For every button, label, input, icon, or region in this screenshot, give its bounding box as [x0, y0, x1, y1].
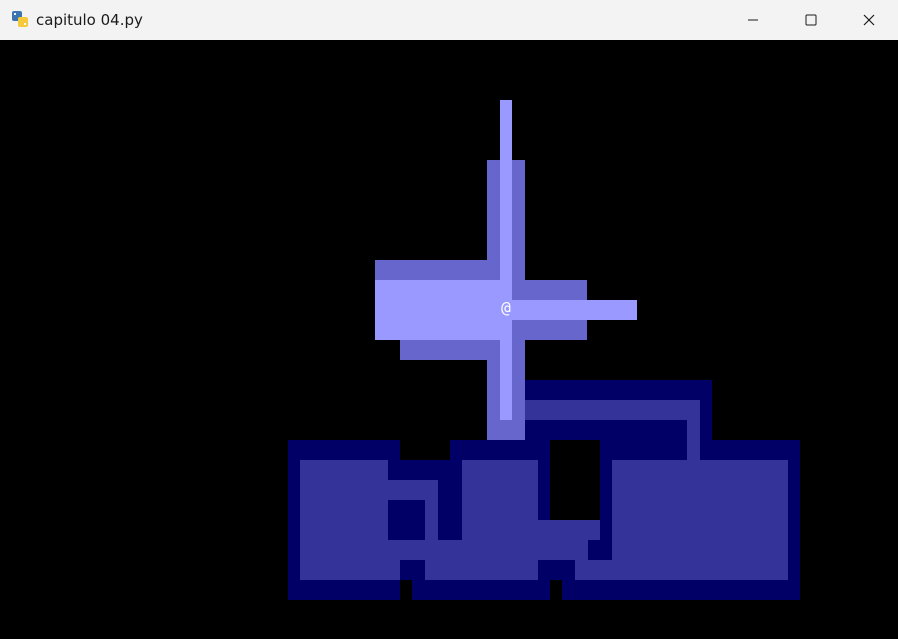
dark-floor — [388, 480, 438, 500]
lit-floor — [500, 100, 512, 420]
unexplored-gap — [400, 580, 412, 600]
title-bar[interactable]: capitulo 04.py — [0, 0, 898, 40]
dark-floor — [687, 420, 700, 460]
close-icon — [863, 14, 875, 26]
dark-floor — [612, 460, 788, 560]
window-title: capitulo 04.py — [36, 11, 143, 29]
lit-floor — [512, 300, 637, 320]
unexplored-gap — [400, 440, 450, 460]
unexplored-gap — [550, 580, 562, 600]
maximize-icon — [805, 14, 817, 26]
dark-floor — [425, 500, 438, 540]
dark-floor — [388, 560, 400, 580]
minimize-icon — [748, 19, 758, 21]
unexplored-gap — [550, 440, 600, 520]
lit-floor — [375, 280, 500, 340]
dark-floor — [388, 540, 588, 560]
dark-floor — [300, 460, 388, 580]
dark-floor — [512, 400, 700, 420]
player-character: @ — [501, 298, 511, 317]
dark-floor — [575, 560, 788, 580]
dark-floor — [538, 520, 600, 540]
minimize-button[interactable] — [724, 0, 782, 40]
dark-floor — [462, 460, 538, 540]
close-button[interactable] — [840, 0, 898, 40]
python-icon — [11, 10, 29, 28]
game-console[interactable]: @ — [0, 40, 898, 639]
app-window: capitulo 04.py @ — [0, 0, 898, 639]
maximize-button[interactable] — [782, 0, 840, 40]
dark-floor — [425, 560, 538, 580]
